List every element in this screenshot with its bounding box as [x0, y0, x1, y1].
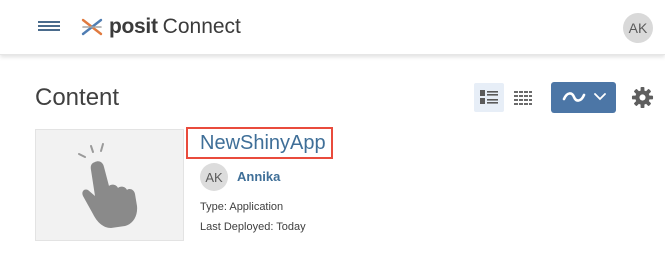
- top-bar: posit Connect AK: [0, 0, 665, 55]
- hamburger-menu-icon[interactable]: [38, 18, 60, 34]
- gear-icon[interactable]: [631, 86, 654, 109]
- page-title: Content: [35, 84, 120, 111]
- content-title-link[interactable]: NewShinyApp: [186, 127, 333, 159]
- logo-brand-text: posit: [109, 15, 158, 38]
- logo-product-text: Connect: [162, 15, 241, 38]
- content-thumbnail[interactable]: [35, 129, 184, 241]
- owner-name-link[interactable]: Annika: [237, 169, 280, 184]
- grid-view-button[interactable]: [508, 83, 538, 112]
- list-view-button[interactable]: [474, 83, 504, 112]
- grid-view-icon: [514, 91, 532, 105]
- user-avatar[interactable]: AK: [623, 13, 653, 43]
- owner-avatar: AK: [200, 163, 228, 191]
- posit-logo-mark-icon: [81, 18, 103, 36]
- pointing-hand-icon: [78, 143, 138, 228]
- list-view-icon: [480, 90, 498, 104]
- last-deployed-text: Last Deployed: Today: [200, 221, 306, 233]
- publish-dropdown-button[interactable]: [551, 82, 616, 113]
- publish-icon: [562, 92, 586, 102]
- chevron-down-icon: [594, 93, 606, 101]
- content-type-text: Type: Application: [200, 201, 284, 213]
- posit-connect-logo[interactable]: posit Connect: [80, 14, 241, 40]
